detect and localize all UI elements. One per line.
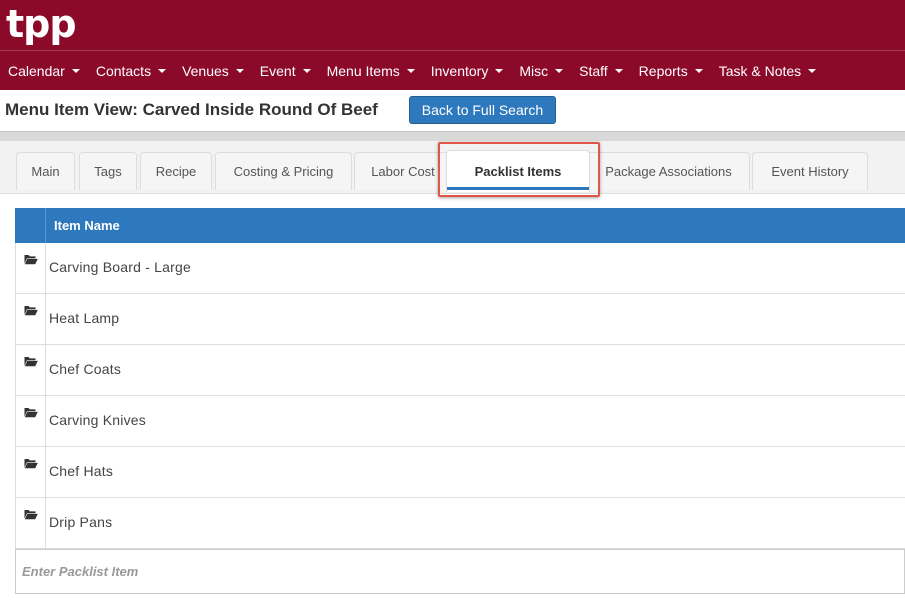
nav-staff[interactable]: Staff [571,63,631,79]
nav-contacts[interactable]: Contacts [88,63,174,79]
caret-down-icon [555,69,564,73]
tab-label: Costing & Pricing [233,164,334,179]
tab-label: Recipe [155,164,197,179]
folder-open-icon[interactable] [24,509,38,520]
nav-calendar[interactable]: Calendar [0,63,88,79]
active-tab-indicator [447,187,589,190]
table-row[interactable]: Drip Pans [15,498,905,549]
tab-label: Tags [94,164,122,179]
caret-down-icon [71,69,80,73]
nav-label: Event [259,62,296,79]
table-row[interactable]: Chef Hats [15,447,905,498]
nav-inventory[interactable]: Inventory [423,63,512,79]
caret-down-icon [235,69,244,73]
row-icon-cell [16,396,46,446]
tab-costing-pricing[interactable]: Costing & Pricing [215,152,352,190]
caret-down-icon [302,69,311,73]
item-name: Carving Board - Large [49,259,191,275]
back-to-search-button[interactable]: Back to Full Search [409,96,556,124]
nav-menu-items[interactable]: Menu Items [319,63,423,79]
item-name: Chef Coats [49,361,122,377]
item-name: Drip Pans [49,514,113,530]
nav-reports[interactable]: Reports [631,63,711,79]
table-row[interactable]: Heat Lamp [15,294,905,345]
nav-label: Reports [638,62,688,79]
tab-package-associations[interactable]: Package Associations [587,152,750,190]
nav-venues[interactable]: Venues [174,63,252,79]
tab-label: Packlist Items [474,164,562,179]
page-title: Menu Item View: Carved Inside Round Of B… [5,100,378,119]
caret-down-icon [495,69,504,73]
row-icon-cell [16,498,46,548]
item-name: Heat Lamp [49,310,120,326]
folder-open-icon[interactable] [24,305,38,316]
tab-labor-cost[interactable]: Labor Cost [354,152,452,190]
tab-label: Package Associations [605,164,732,179]
tab-label: Event History [771,164,849,179]
tab-tags[interactable]: Tags [79,152,137,190]
caret-down-icon [614,69,623,73]
nav-label: Task & Notes [718,62,802,79]
nav-label: Inventory [430,62,489,79]
caret-down-icon [808,69,817,73]
nav-label: Misc [519,62,549,79]
nav-misc[interactable]: Misc [511,63,571,79]
row-icon-cell [16,294,46,344]
main-nav: Calendar Contacts Venues Event Menu Item… [0,51,824,90]
item-name: Chef Hats [49,463,114,479]
table-row[interactable]: Carving Board - Large [15,243,905,294]
brand-logo[interactable]: tpp [6,4,77,44]
caret-down-icon [694,69,703,73]
tab-event-history[interactable]: Event History [752,152,868,190]
top-header: tpp Calendar Contacts Venues Event Menu … [0,0,905,90]
section-divider [0,131,905,141]
nav-label: Menu Items [326,62,400,79]
folder-open-icon[interactable] [24,458,38,469]
column-header-item-name[interactable]: Item Name [54,218,120,233]
row-icon-cell [16,345,46,395]
nav-task-notes[interactable]: Task & Notes [711,63,824,79]
tab-main[interactable]: Main [16,152,75,190]
nav-label: Staff [579,62,608,79]
folder-open-icon[interactable] [24,407,38,418]
table-row[interactable]: Carving Knives [15,396,905,447]
tab-label: Labor Cost [371,164,435,179]
nav-label: Contacts [95,62,152,79]
table-row[interactable]: Chef Coats [15,345,905,396]
nav-label: Venues [182,62,229,79]
folder-open-icon[interactable] [24,254,38,265]
packlist-item-input[interactable] [16,550,904,593]
folder-open-icon[interactable] [24,356,38,367]
caret-down-icon [406,69,415,73]
item-name: Carving Knives [49,412,146,428]
tab-recipe[interactable]: Recipe [140,152,212,190]
nav-event[interactable]: Event [252,63,319,79]
icon-column-header [15,208,46,243]
row-icon-cell [16,243,46,293]
caret-down-icon [158,69,167,73]
table-header: Item Name [15,208,905,243]
tab-label: Main [31,164,60,179]
nav-label: Calendar [8,62,65,79]
tab-packlist-items[interactable]: Packlist Items [446,150,590,192]
row-icon-cell [16,447,46,497]
packlist-entry-box [15,549,905,594]
